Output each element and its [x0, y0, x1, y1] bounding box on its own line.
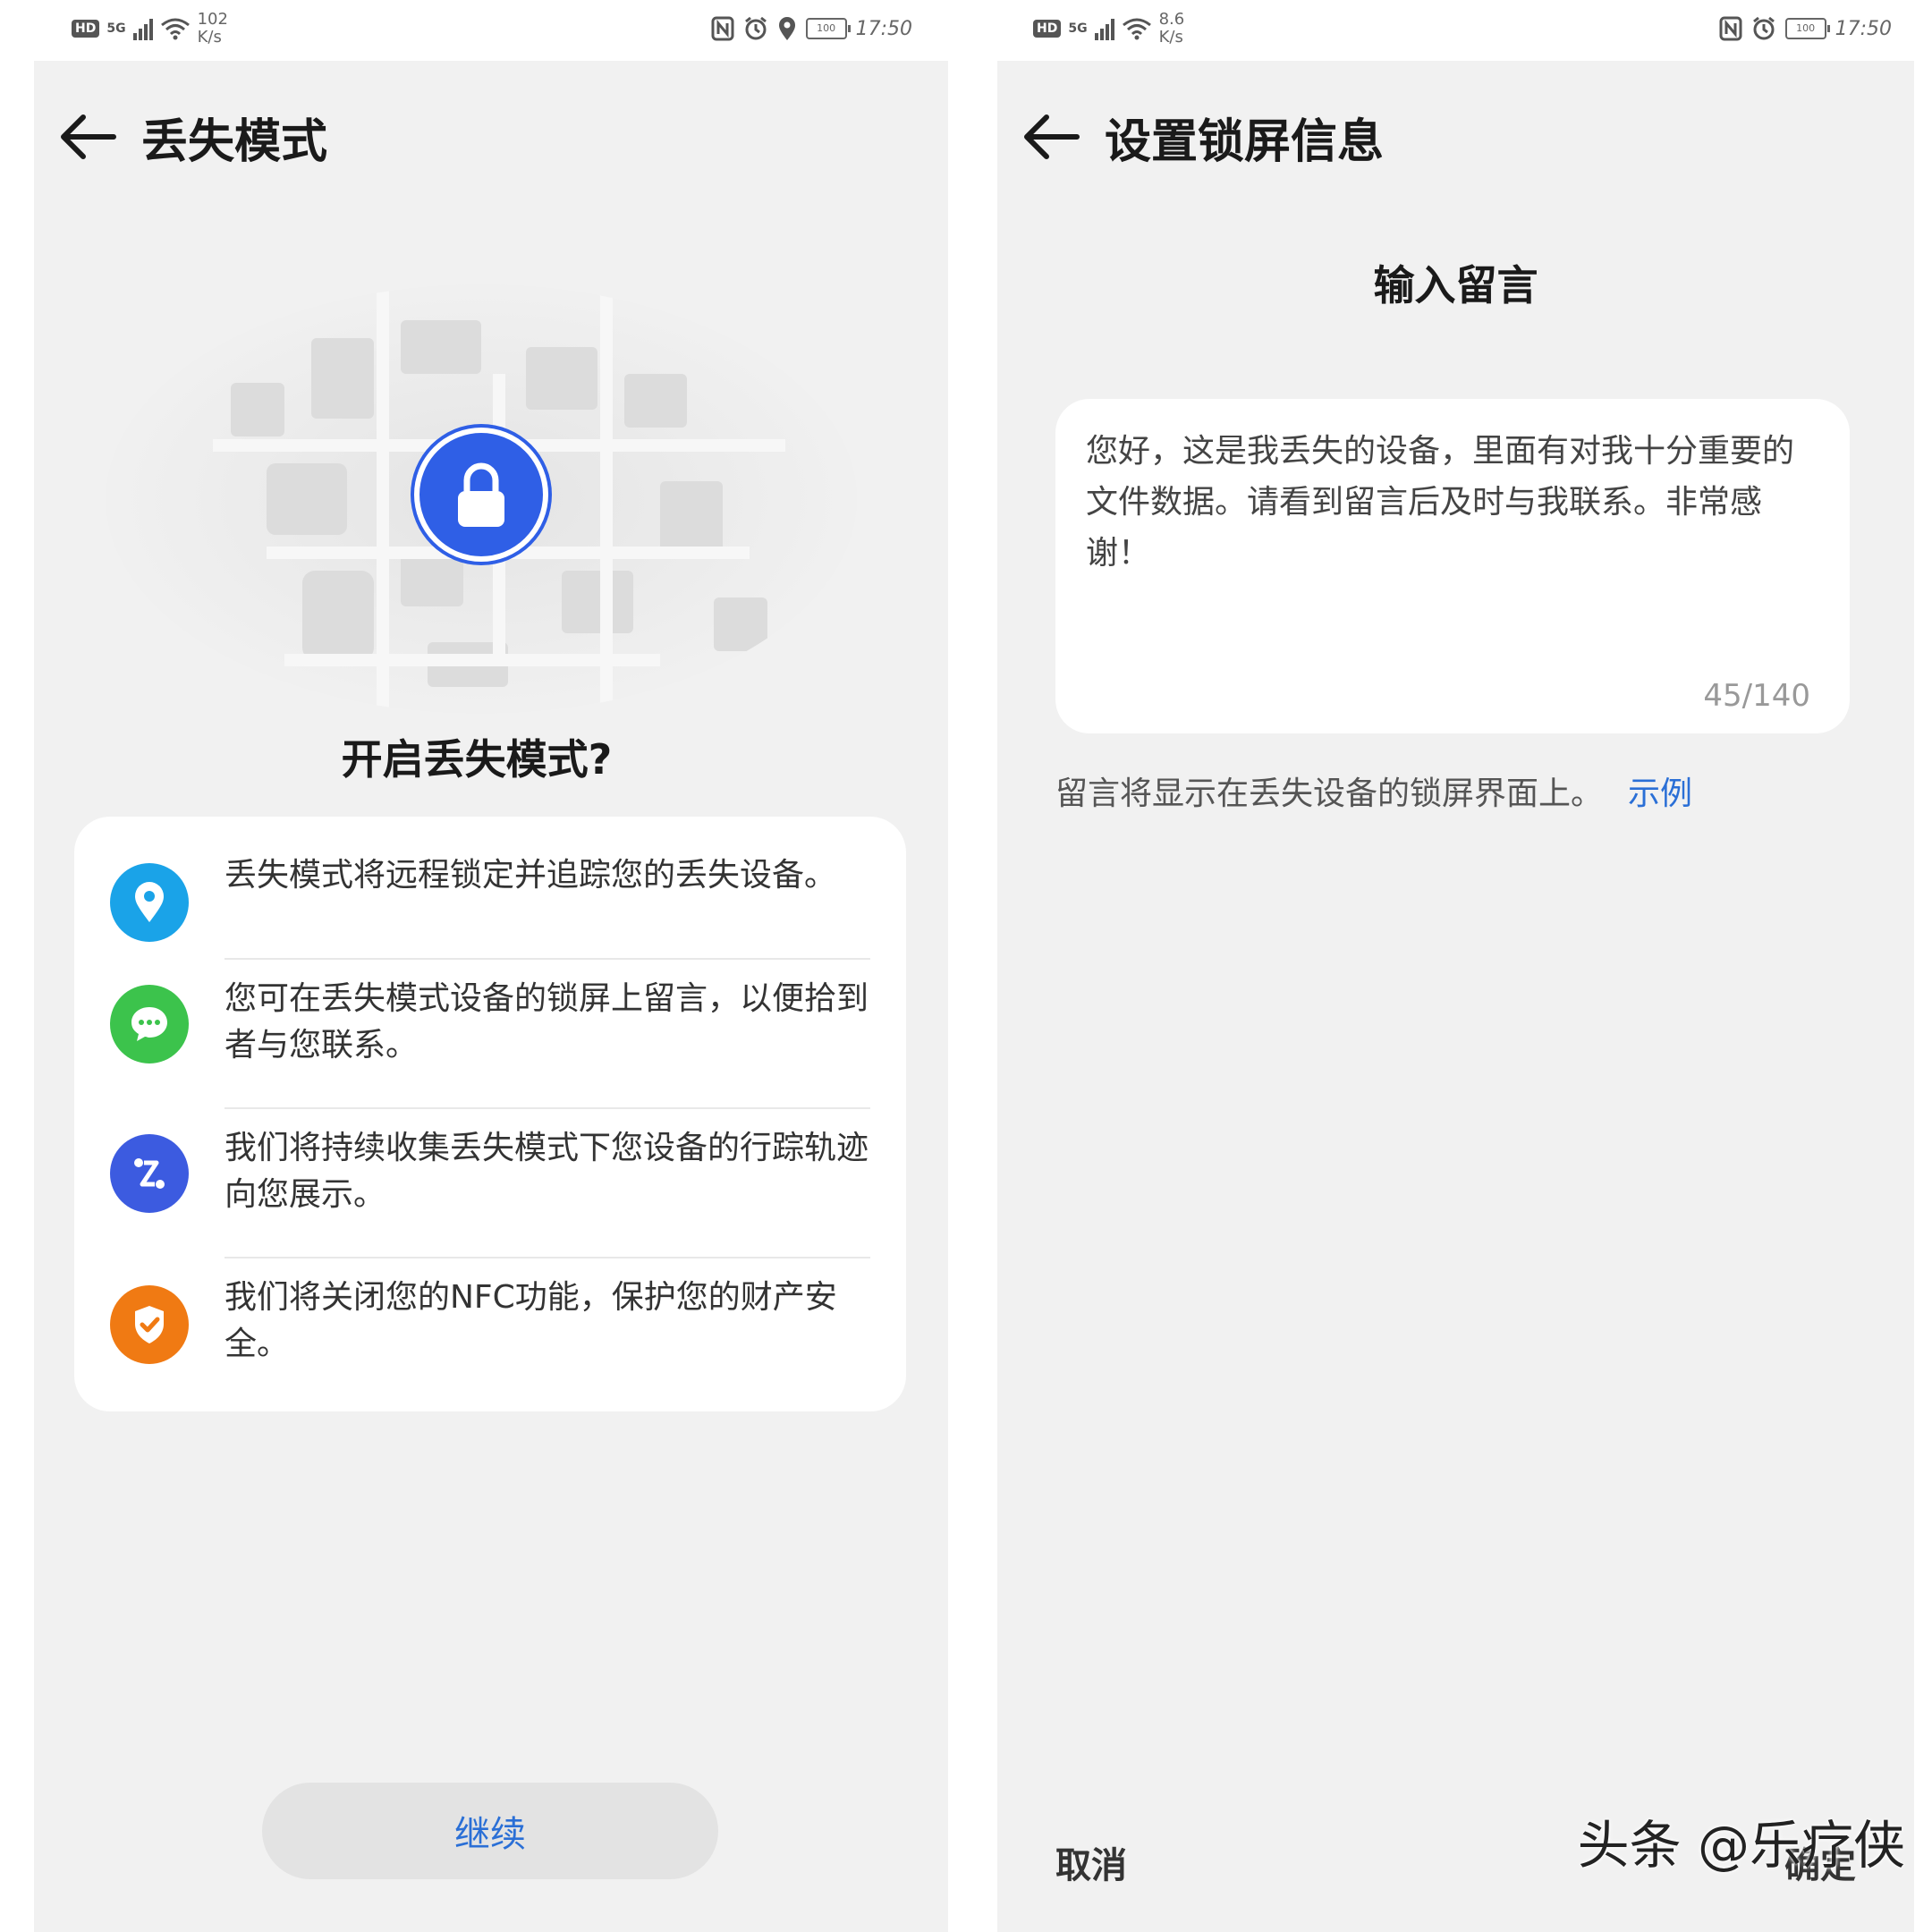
- hint-label: 留言将显示在丢失设备的锁屏界面上。: [1055, 775, 1604, 812]
- item-text: 您可在丢失模式设备的锁屏上留言，以便拾到者与您联系。: [225, 980, 869, 1063]
- page-title: 丢失模式: [141, 114, 328, 169]
- list-item: 我们将持续收集丢失模式下您设备的行踪轨迹向您展示。: [74, 1125, 906, 1218]
- alarm-icon: [1752, 16, 1775, 40]
- list-item: 您可在丢失模式设备的锁屏上留言，以便拾到者与您联系。: [74, 976, 906, 1069]
- list-item: 丢失模式将远程锁定并追踪您的丢失设备。: [74, 852, 906, 942]
- wifi-icon: [1122, 18, 1151, 40]
- app-content: 丢失模式 开启丢失模式? 丢失模式将远程锁定并追踪您的丢失设备。 您可在丢失模式…: [34, 61, 948, 1932]
- battery-icon: 100: [1784, 18, 1830, 39]
- network-speed: 102 K/s: [197, 10, 228, 47]
- hd-indicator: HD: [72, 20, 100, 38]
- top-bar: 设置锁屏信息: [997, 97, 1914, 177]
- item-text: 丢失模式将远程锁定并追踪您的丢失设备。: [225, 857, 837, 894]
- back-button[interactable]: [34, 97, 141, 177]
- signal-icon: [1094, 17, 1114, 40]
- message-bubble-icon: [110, 985, 189, 1063]
- message-text[interactable]: 您好，这是我丢失的设备，里面有对我十分重要的文件数据。请看到留言后及时与我联系。…: [1086, 426, 1805, 579]
- back-arrow-icon: [61, 114, 116, 159]
- back-button[interactable]: [997, 97, 1105, 177]
- location-icon: [778, 17, 795, 40]
- location-pin-icon: [110, 863, 189, 942]
- app-content: 设置锁屏信息 输入留言 您好，这是我丢失的设备，里面有对我十分重要的文件数据。请…: [997, 61, 1914, 1932]
- signal-icon: [132, 17, 153, 40]
- lost-mode-question: 开启丢失模式?: [341, 735, 613, 784]
- info-card: 丢失模式将远程锁定并追踪您的丢失设备。 您可在丢失模式设备的锁屏上留言，以便拾到…: [74, 817, 906, 1411]
- network-type: 5G: [1068, 21, 1088, 36]
- battery-icon: 100: [805, 18, 851, 39]
- item-text: 我们将关闭您的NFC功能，保护您的财产安全。: [225, 1279, 837, 1362]
- message-input[interactable]: 您好，这是我丢失的设备，里面有对我十分重要的文件数据。请看到留言后及时与我联系。…: [1055, 399, 1850, 733]
- hint-text: 留言将显示在丢失设备的锁屏界面上。 示例: [1055, 767, 1692, 814]
- back-arrow-icon: [1024, 114, 1080, 159]
- nfc-icon: [1719, 16, 1742, 41]
- example-link[interactable]: 示例: [1628, 775, 1692, 812]
- status-bar: HD 5G 102 K/s 100 17:50: [0, 0, 948, 61]
- clock: 17:50: [1835, 17, 1892, 40]
- continue-button[interactable]: 继续: [262, 1783, 718, 1879]
- page-title: 设置锁屏信息: [1105, 114, 1385, 169]
- network-speed: 8.6 K/s: [1158, 10, 1185, 47]
- hd-indicator: HD: [1033, 20, 1062, 38]
- lock-icon: [414, 428, 548, 562]
- route-icon: [110, 1134, 189, 1213]
- network-type: 5G: [106, 21, 126, 36]
- lock-screen-message-screen: HD 5G 8.6 K/s 100 17:50 设置锁屏信息 输入留言 您好，这是…: [979, 0, 1932, 1932]
- lost-mode-screen: HD 5G 102 K/s 100 17:50 丢失模式 开启丢失模式? 丢失模…: [0, 0, 948, 1932]
- divider: [225, 958, 870, 960]
- item-text: 我们将持续收集丢失模式下您设备的行踪轨迹向您展示。: [225, 1130, 869, 1213]
- cancel-button[interactable]: 取消: [1055, 1836, 1127, 1888]
- list-item: 我们将关闭您的NFC功能，保护您的财产安全。: [74, 1275, 906, 1368]
- nfc-icon: [711, 16, 734, 41]
- divider: [225, 1257, 870, 1258]
- divider: [225, 1107, 870, 1109]
- section-title: 输入留言: [1373, 261, 1538, 309]
- watermark: 头条 @乐疗侠: [1577, 1815, 1905, 1876]
- top-bar: 丢失模式: [34, 97, 948, 177]
- clock: 17:50: [855, 17, 912, 40]
- wifi-icon: [160, 18, 190, 40]
- shield-check-icon: [110, 1285, 189, 1364]
- alarm-icon: [744, 16, 767, 40]
- status-bar: HD 5G 8.6 K/s 100 17:50: [979, 0, 1932, 61]
- character-counter: 45/140: [1703, 678, 1810, 714]
